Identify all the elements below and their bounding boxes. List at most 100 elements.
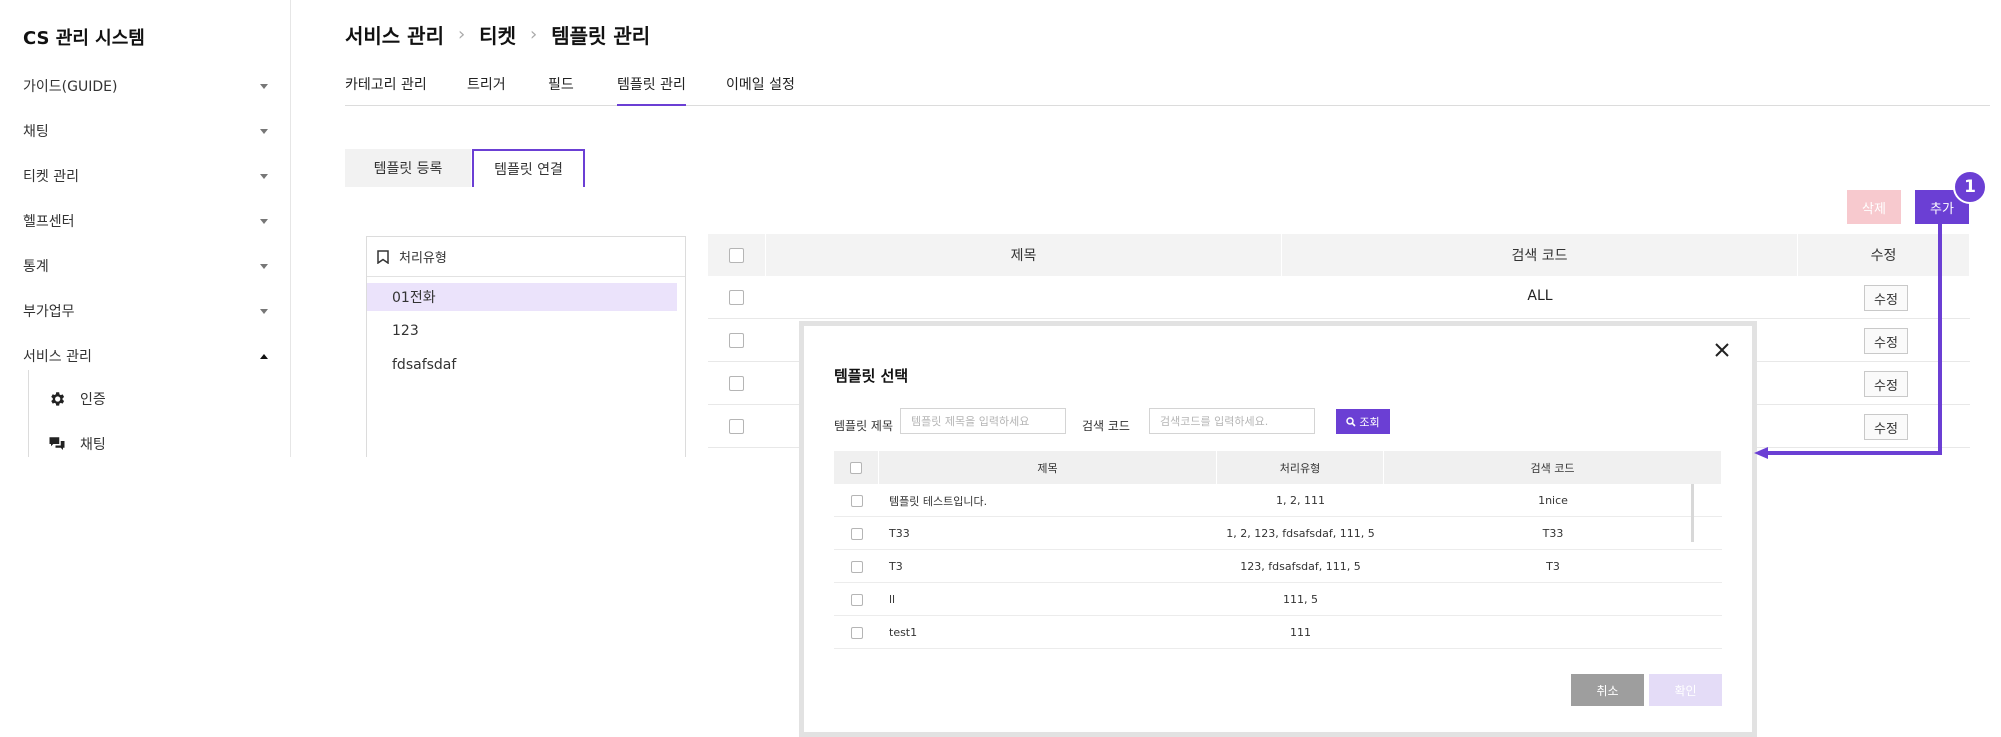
table-row[interactable]: test1 111 bbox=[834, 616, 1722, 649]
page-title: 템플릿 관리 bbox=[551, 24, 651, 48]
sidebar-item-extra[interactable]: 부가업무 bbox=[23, 299, 268, 323]
search-button[interactable]: 조회 bbox=[1336, 409, 1390, 434]
breadcrumb-level2[interactable]: 티켓 bbox=[479, 20, 516, 49]
sidebar-item-chat[interactable]: 채팅 bbox=[23, 119, 268, 143]
modal-title: 템플릿 선택 bbox=[834, 367, 909, 385]
row-checkbox[interactable] bbox=[851, 560, 863, 573]
subtab-template-register[interactable]: 템플릿 등록 bbox=[345, 149, 471, 187]
cancel-button[interactable]: 취소 bbox=[1571, 674, 1644, 706]
edit-button[interactable]: 수정 bbox=[1864, 328, 1908, 354]
sidebar-subitem-chat[interactable]: 채팅 bbox=[48, 432, 106, 456]
sidebar-item-helpcenter[interactable]: 헬프센터 bbox=[23, 209, 268, 233]
tab-category[interactable]: 카테고리 관리 bbox=[345, 74, 427, 106]
table-row[interactable]: ll 111, 5 bbox=[834, 583, 1722, 616]
callout-arrow-line bbox=[1938, 224, 1942, 455]
modal-table-scrollbar[interactable] bbox=[1691, 484, 1694, 542]
sidebar-item-stats[interactable]: 통계 bbox=[23, 254, 268, 278]
edit-button[interactable]: 수정 bbox=[1864, 414, 1908, 440]
sidebar-item-label: 티켓 관리 bbox=[23, 169, 79, 185]
table-row: ALL 수정 bbox=[708, 276, 1970, 319]
row-checkbox[interactable] bbox=[729, 419, 744, 434]
search-code-input[interactable] bbox=[1149, 408, 1315, 434]
template-title-input[interactable] bbox=[900, 408, 1066, 434]
row-checkbox[interactable] bbox=[851, 626, 863, 639]
select-all-checkbox[interactable] bbox=[850, 461, 862, 474]
bookmark-icon bbox=[377, 249, 389, 264]
row-type: 111 bbox=[1290, 626, 1311, 639]
sidebar-subitem-label: 인증 bbox=[80, 392, 106, 408]
header-checkbox-cell bbox=[708, 234, 766, 276]
header-code: 검색 코드 bbox=[1282, 234, 1798, 276]
tab-email-settings[interactable]: 이메일 설정 bbox=[726, 74, 795, 106]
sidebar-item-service[interactable]: 서비스 관리 bbox=[23, 344, 268, 368]
row-code: ALL bbox=[1527, 288, 1553, 304]
row-type: 111, 5 bbox=[1283, 593, 1318, 606]
row-checkbox-cell bbox=[851, 616, 863, 649]
subtab-template-link[interactable]: 템플릿 연결 bbox=[472, 149, 585, 187]
row-code: T3 bbox=[1546, 560, 1560, 573]
sidebar-item-label: 부가업무 bbox=[23, 304, 75, 320]
table-header: 제목 처리유형 검색 코드 bbox=[834, 451, 1722, 484]
processing-type-panel: 처리유형 01전화 123 fdsafsdaf bbox=[366, 236, 686, 457]
tab-template[interactable]: 템플릿 관리 bbox=[617, 74, 686, 106]
chevron-right-icon: › bbox=[457, 24, 466, 45]
step-number-badge: 1 bbox=[1953, 170, 1987, 204]
breadcrumb-level1[interactable]: 서비스 관리 bbox=[345, 20, 444, 49]
list-item[interactable]: 123 bbox=[367, 317, 677, 345]
table-row[interactable]: T33 1, 2, 123, fdsafsdaf, 111, 5 T33 bbox=[834, 517, 1722, 550]
row-checkbox-cell bbox=[851, 550, 863, 583]
search-code-label: 검색 코드 bbox=[1082, 419, 1130, 433]
sidebar-item-label: 헬프센터 bbox=[23, 214, 75, 230]
row-code: 1nice bbox=[1538, 494, 1568, 507]
close-icon[interactable] bbox=[1712, 340, 1732, 360]
list-item[interactable]: fdsafsdaf bbox=[367, 351, 677, 379]
chevron-down-icon bbox=[260, 128, 268, 134]
row-checkbox-cell bbox=[851, 484, 863, 517]
row-checkbox-cell bbox=[851, 517, 863, 550]
chevron-right-icon: › bbox=[529, 24, 538, 45]
tab-bar: 카테고리 관리 트리거 필드 템플릿 관리 이메일 설정 bbox=[345, 74, 1990, 106]
search-icon bbox=[1346, 416, 1356, 427]
submenu-divider bbox=[28, 370, 29, 457]
row-checkbox[interactable] bbox=[851, 527, 863, 540]
arrow-left-icon bbox=[1754, 447, 1768, 459]
row-type: 1, 2, 111 bbox=[1276, 494, 1325, 507]
confirm-button[interactable]: 확인 bbox=[1649, 674, 1722, 706]
sidebar: CS 관리 시스템 가이드(GUIDE) 채팅 티켓 관리 헬프센터 통계 부가… bbox=[0, 0, 291, 457]
sidebar-item-label: 서비스 관리 bbox=[23, 349, 92, 365]
template-select-modal: 템플릿 선택 템플릿 제목 검색 코드 조회 제목 처리유형 검색 코드 템플릿… bbox=[799, 321, 1757, 737]
row-checkbox[interactable] bbox=[729, 333, 744, 348]
chat-bubbles-icon bbox=[49, 437, 65, 450]
edit-button[interactable]: 수정 bbox=[1864, 371, 1908, 397]
header-type: 처리유형 bbox=[1217, 451, 1384, 484]
breadcrumb: 서비스 관리 › 티켓 › 템플릿 관리 bbox=[345, 20, 650, 49]
tab-field[interactable]: 필드 bbox=[548, 74, 574, 106]
chevron-down-icon bbox=[260, 173, 268, 179]
chevron-down-icon bbox=[260, 83, 268, 89]
table-row[interactable]: 템플릿 테스트입니다. 1, 2, 111 1nice bbox=[834, 484, 1722, 517]
row-type: 123, fdsafsdaf, 111, 5 bbox=[1240, 560, 1361, 573]
edit-button[interactable]: 수정 bbox=[1864, 285, 1908, 311]
tab-trigger[interactable]: 트리거 bbox=[467, 74, 506, 106]
chevron-down-icon bbox=[260, 308, 268, 314]
row-checkbox[interactable] bbox=[729, 376, 744, 391]
row-checkbox[interactable] bbox=[851, 593, 863, 606]
row-code bbox=[1384, 616, 1722, 649]
row-checkbox[interactable] bbox=[851, 494, 863, 507]
row-title: test1 bbox=[889, 626, 918, 639]
sidebar-item-label: 가이드(GUIDE) bbox=[23, 79, 118, 95]
row-type: 1, 2, 123, fdsafsdaf, 111, 5 bbox=[1226, 527, 1375, 540]
row-checkbox-cell bbox=[851, 583, 863, 616]
sidebar-subitem-label: 채팅 bbox=[80, 437, 106, 453]
row-checkbox[interactable] bbox=[729, 290, 744, 305]
sidebar-subitem-auth[interactable]: 인증 bbox=[48, 387, 106, 411]
list-item[interactable]: 01전화 bbox=[367, 283, 677, 311]
delete-button[interactable]: 삭제 bbox=[1847, 190, 1901, 224]
sidebar-item-guide[interactable]: 가이드(GUIDE) bbox=[23, 74, 268, 98]
template-title-label: 템플릿 제목 bbox=[834, 419, 894, 433]
table-row[interactable]: T3 123, fdsafsdaf, 111, 5 T3 bbox=[834, 550, 1722, 583]
select-all-checkbox[interactable] bbox=[729, 247, 744, 263]
sidebar-item-ticket[interactable]: 티켓 관리 bbox=[23, 164, 268, 188]
row-code bbox=[1384, 583, 1722, 616]
header-code: 검색 코드 bbox=[1384, 451, 1722, 484]
